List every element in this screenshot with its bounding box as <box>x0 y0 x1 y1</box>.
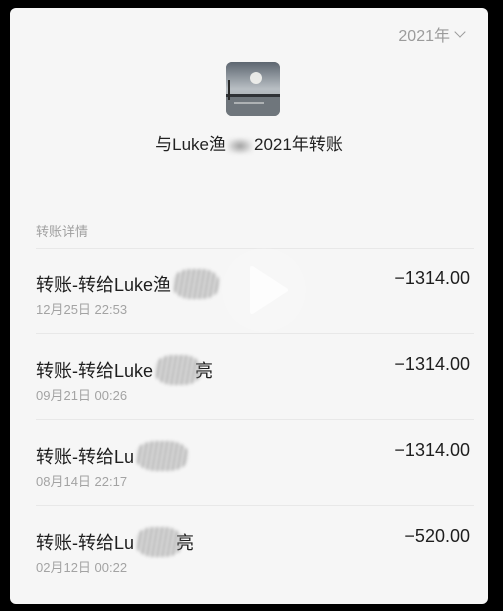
transaction-name-text: 转账-转给Luke渔 <box>36 275 172 295</box>
play-icon[interactable] <box>222 248 306 332</box>
transaction-name-text: 转账-转给Luke <box>36 361 154 381</box>
list-item[interactable]: 转账-转给Lu 08月14日 22:17 −1314.00 <box>10 421 488 505</box>
redaction-blur <box>155 355 202 385</box>
redaction-blur <box>173 269 220 299</box>
transaction-date: 08月14日 22:17 <box>36 474 128 489</box>
transaction-amount: −1314.00 <box>394 440 470 460</box>
transaction-name: 转账-转给Lu <box>36 441 189 471</box>
year-selector[interactable]: 2021年 <box>398 22 466 46</box>
transaction-amount: −520.00 <box>404 526 470 546</box>
divider <box>36 419 474 420</box>
redaction-blur <box>136 527 183 557</box>
page-title-prefix: 与Luke渔 <box>155 135 227 154</box>
page-title: 与Luke渔 2021年转账 <box>10 130 488 155</box>
page-title-suffix: 2021年转账 <box>254 135 343 154</box>
avatar <box>226 62 280 116</box>
transaction-amount: −1314.00 <box>394 354 470 374</box>
section-label: 转账详情 <box>36 224 89 239</box>
transaction-date: 12月25日 22:53 <box>36 302 128 317</box>
list-item[interactable]: 转账-转给Lu 亮 02月12日 00:22 −520.00 <box>10 507 488 591</box>
transaction-name: 转账-转给Luke 亮 <box>36 355 213 385</box>
transaction-name: 转账-转给Luke渔 <box>36 269 220 299</box>
divider <box>36 505 474 506</box>
transaction-date: 09月21日 00:26 <box>36 388 128 403</box>
transaction-name-text: 转账-转给Lu <box>36 533 135 553</box>
transfer-summary-screen: 2021年 与Luke渔 2021年转账 转账详情 转账-转给Luke渔 12月… <box>10 8 488 604</box>
transaction-date: 02月12日 00:22 <box>36 560 128 575</box>
chevron-down-icon <box>454 26 466 38</box>
redaction-blur <box>227 137 254 154</box>
transaction-name-text: 转账-转给Lu <box>36 447 135 467</box>
transaction-amount: −1314.00 <box>394 268 470 288</box>
divider <box>36 333 474 334</box>
year-selector-label: 2021年 <box>398 28 450 45</box>
video-frame: 2021年 与Luke渔 2021年转账 转账详情 转账-转给Luke渔 12月… <box>0 0 503 611</box>
transaction-name: 转账-转给Lu 亮 <box>36 527 194 557</box>
list-item[interactable]: 转账-转给Luke 亮 09月21日 00:26 −1314.00 <box>10 335 488 419</box>
redaction-blur <box>136 441 189 471</box>
